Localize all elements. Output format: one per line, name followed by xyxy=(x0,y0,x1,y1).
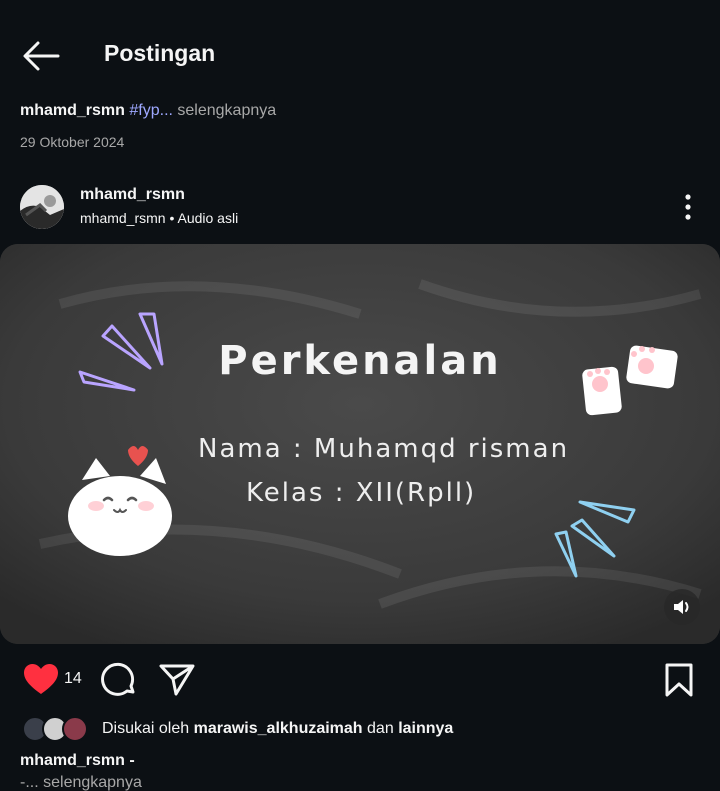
liked-by-row[interactable]: Disukai oleh marawis_alkhuzaimah dan lai… xyxy=(0,712,720,746)
caption-more-link[interactable]: selengkapnya xyxy=(177,102,276,119)
post-date: 29 Oktober 2024 xyxy=(20,134,125,150)
volume-button[interactable] xyxy=(664,589,700,625)
caption-text[interactable]: mhamd_rsmn - xyxy=(20,752,135,770)
author-audio-label[interactable]: mhamd_rsmn • Audio asli xyxy=(80,210,238,226)
action-bar: 14 xyxy=(0,660,720,700)
page-title: Postingan xyxy=(104,40,216,66)
video-title-text: Perkenalan xyxy=(218,338,502,384)
liker-avatar xyxy=(62,716,88,742)
video-class-line: Kelas : XII(Rpll) xyxy=(246,478,477,508)
heart-icon[interactable] xyxy=(22,662,60,696)
caption-preview[interactable]: mhamd_rsmn #fyp... selengkapnya xyxy=(20,102,276,120)
liked-by-user[interactable]: marawis_alkhuzaimah xyxy=(194,720,363,737)
liked-by-others[interactable]: lainnya xyxy=(398,720,453,737)
caption-username[interactable]: mhamd_rsmn xyxy=(20,102,125,119)
post-video[interactable]: Perkenalan Nama : Muhamqd risman Kelas :… xyxy=(0,244,720,644)
caption-more-link[interactable]: -... selengkapnya xyxy=(20,774,142,791)
caption-hashtag[interactable]: #fyp... xyxy=(129,102,173,119)
comment-icon[interactable] xyxy=(100,662,138,698)
more-options-icon[interactable] xyxy=(676,192,700,222)
video-name-line: Nama : Muhamqd risman xyxy=(198,434,570,464)
like-count[interactable]: 14 xyxy=(64,670,82,688)
post-author-row: mhamd_rsmn mhamd_rsmn • Audio asli xyxy=(0,180,720,236)
share-icon[interactable] xyxy=(158,662,196,696)
author-username[interactable]: mhamd_rsmn xyxy=(80,186,185,204)
top-bar: Postingan xyxy=(0,0,720,108)
author-avatar[interactable] xyxy=(20,185,64,229)
speaker-icon xyxy=(674,600,689,614)
bookmark-icon[interactable] xyxy=(662,662,696,698)
back-arrow-icon[interactable] xyxy=(22,40,60,72)
liked-by-prefix: Disukai oleh xyxy=(102,720,190,737)
liked-by-text[interactable]: Disukai oleh marawis_alkhuzaimah dan lai… xyxy=(102,720,453,738)
liked-by-joiner: dan xyxy=(367,720,394,737)
